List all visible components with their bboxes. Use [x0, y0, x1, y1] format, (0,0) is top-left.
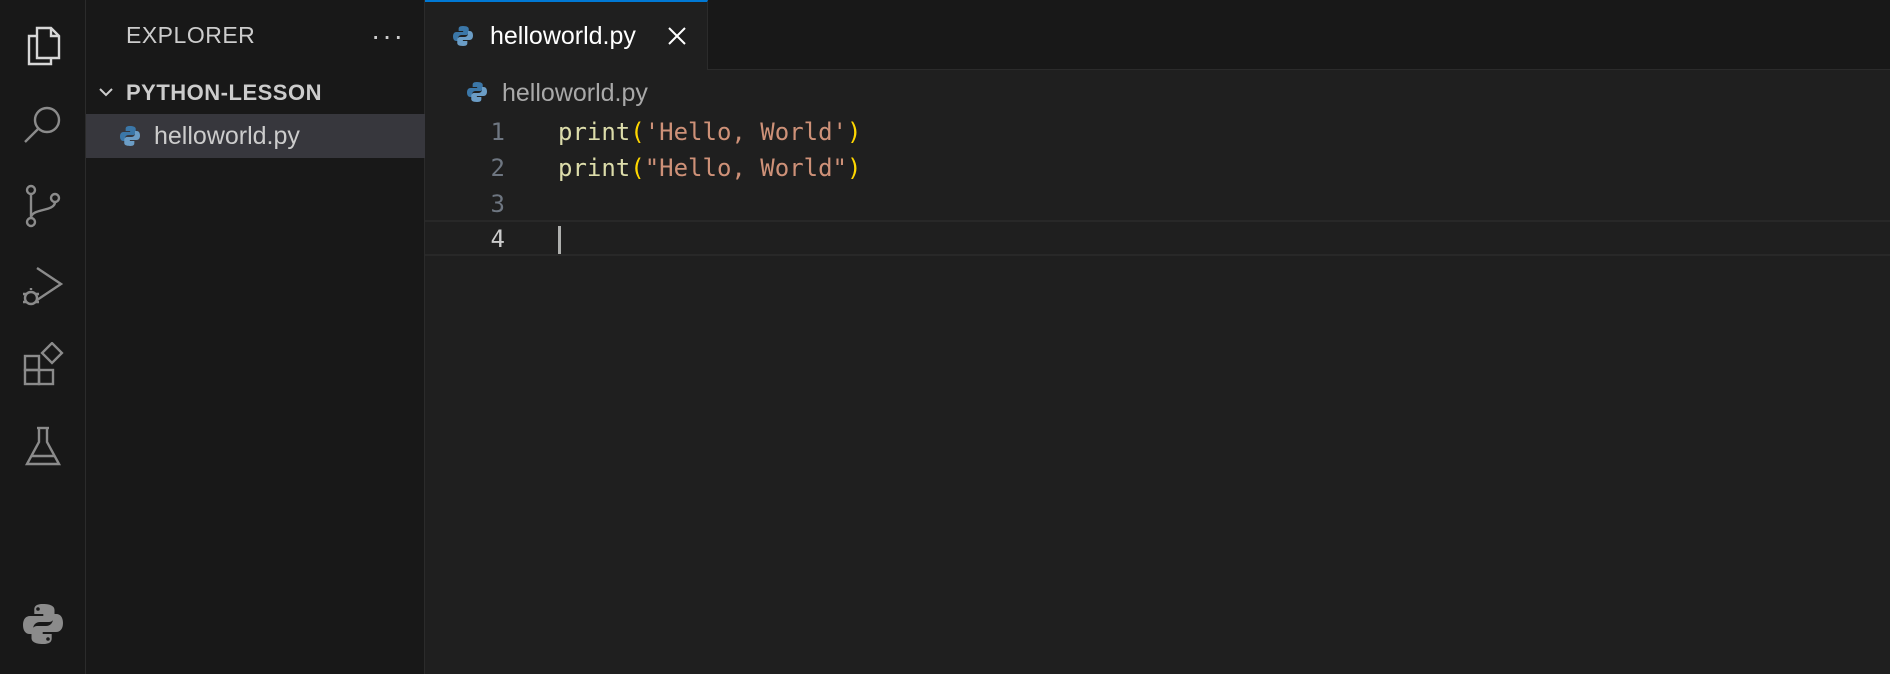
python-file-icon: [120, 126, 140, 146]
beaker-icon: [24, 426, 62, 466]
token-function: print: [558, 154, 631, 182]
tab-bar: helloworld.py: [425, 0, 1890, 70]
folder-label: PYTHON-LESSON: [126, 80, 322, 105]
files-icon: [27, 26, 61, 66]
source-control-icon: [25, 184, 61, 228]
search-icon: [24, 106, 61, 143]
code-line[interactable]: 3: [425, 186, 1890, 222]
sidebar-header: EXPLORER ···: [86, 0, 425, 70]
activity-bar: [0, 0, 86, 674]
token-string: 'Hello, World': [644, 118, 847, 146]
run-debug-button[interactable]: [0, 246, 86, 326]
line-source: print('Hello, World'): [558, 114, 861, 150]
token-string: "Hello, World": [644, 154, 847, 182]
source-control-button[interactable]: [0, 166, 86, 246]
text-cursor: [558, 226, 561, 254]
breadcrumb-file-label: helloworld.py: [502, 79, 648, 107]
search-button[interactable]: [0, 86, 86, 166]
tab-helloworld[interactable]: helloworld.py: [425, 0, 708, 70]
token-bracket: (: [630, 154, 645, 182]
folder-python-lesson[interactable]: PYTHON-LESSON: [86, 74, 425, 110]
explorer-sidebar: EXPLORER ··· PYTHON-LESSON helloworld.py: [86, 0, 425, 674]
token-bracket: ): [847, 154, 862, 182]
chevron-down-icon: [99, 88, 113, 97]
editor-area: helloworld.py helloworld.py 1 print('Hel…: [425, 0, 1890, 674]
line-number: 1: [490, 118, 505, 146]
code-line-current[interactable]: 4: [425, 220, 1890, 256]
tab-label: helloworld.py: [490, 22, 636, 50]
token-bracket: ): [847, 118, 862, 146]
line-number: 3: [490, 190, 505, 218]
explorer-button[interactable]: [0, 6, 86, 86]
file-label: helloworld.py: [154, 122, 300, 150]
extensions-button[interactable]: [0, 326, 86, 406]
code-line[interactable]: 2 print("Hello, World"): [425, 150, 1890, 186]
tab-close-button[interactable]: [663, 22, 691, 50]
testing-button[interactable]: [0, 406, 86, 486]
extensions-icon: [23, 342, 64, 386]
more-actions-button[interactable]: ···: [366, 14, 410, 58]
line-number: 2: [490, 154, 505, 182]
python-file-icon: [453, 26, 473, 46]
python-button[interactable]: [0, 584, 86, 664]
token-bracket: (: [630, 118, 645, 146]
token-function: print: [558, 118, 631, 146]
python-file-icon: [467, 82, 487, 102]
python-icon: [23, 604, 63, 644]
line-source: print("Hello, World"): [558, 150, 861, 186]
close-icon: [668, 27, 686, 45]
sidebar-title: EXPLORER: [126, 22, 256, 48]
code-line[interactable]: 1 print('Hello, World'): [425, 114, 1890, 150]
file-item-helloworld[interactable]: helloworld.py: [86, 114, 425, 158]
run-debug-icon: [23, 267, 64, 306]
line-number: 4: [490, 225, 505, 253]
